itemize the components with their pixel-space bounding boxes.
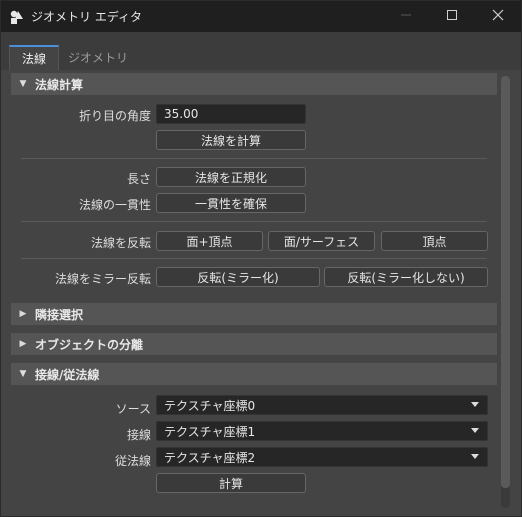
close-icon <box>492 9 504 24</box>
divider <box>21 258 487 259</box>
minimize-button[interactable] <box>383 1 429 32</box>
section-title: 隣接選択 <box>35 307 84 322</box>
tangent-select[interactable]: テクスチャ座標1 <box>156 421 488 441</box>
section-header-adjacency[interactable]: ▶ 隣接選択 <box>11 303 497 325</box>
flip-face-vertex-button[interactable]: 面+頂点 <box>156 231 263 251</box>
section-title: 接線/従法線 <box>35 367 100 382</box>
compute-tangent-button[interactable]: 計算 <box>156 473 306 493</box>
source-select[interactable]: テクスチャ座標0 <box>156 395 488 415</box>
divider <box>21 158 487 159</box>
compute-normals-button[interactable]: 法線を計算 <box>156 130 306 150</box>
tangent-select-value: テクスチャ座標1 <box>164 424 256 439</box>
consistency-label: 法線の一貫性 <box>78 198 151 212</box>
flip-normals-label: 法線を反転 <box>90 236 151 250</box>
flip-vertex-button[interactable]: 頂点 <box>381 231 488 251</box>
close-button[interactable] <box>475 1 521 32</box>
binormal-select-value: テクスチャ座標2 <box>164 450 256 465</box>
section-title: オブジェクトの分離 <box>35 337 144 352</box>
expanded-triangle-icon: ▼ <box>19 79 27 89</box>
section-header-object-split[interactable]: ▶ オブジェクトの分離 <box>11 333 497 355</box>
scrollbar-thumb[interactable] <box>501 76 510 488</box>
binormal-select[interactable]: テクスチャ座標2 <box>156 447 488 467</box>
expanded-triangle-icon: ▼ <box>19 369 27 379</box>
flip-mirror-button[interactable]: 反転(ミラー化) <box>156 267 320 287</box>
ensure-consistency-button[interactable]: 一貫性を確保 <box>156 193 306 213</box>
flip-no-mirror-button[interactable]: 反転(ミラー化しない) <box>324 267 488 287</box>
geometry-editor-window: ジオメトリ エディタ 法線 ジオメトリ ▼ 法線計算 折り目の角度 35.00 … <box>0 0 522 517</box>
maximize-button[interactable] <box>429 1 475 32</box>
section-header-normal-calc[interactable]: ▼ 法線計算 <box>11 73 497 95</box>
normalize-button[interactable]: 法線を正規化 <box>156 167 306 187</box>
tab-normals[interactable]: 法線 <box>9 45 59 70</box>
crease-angle-label: 折り目の角度 <box>78 109 151 123</box>
divider <box>21 221 487 222</box>
dropdown-arrow-icon <box>471 454 479 459</box>
binormal-label: 従法線 <box>114 454 151 468</box>
tab-bar: 法線 ジオメトリ <box>1 32 521 70</box>
dropdown-arrow-icon <box>471 428 479 433</box>
tab-geometry[interactable]: ジオメトリ <box>67 45 129 70</box>
source-select-value: テクスチャ座標0 <box>164 398 256 413</box>
crease-angle-input[interactable]: 35.00 <box>156 104 306 124</box>
minimize-icon <box>400 9 412 24</box>
tangent-label: 接線 <box>126 428 151 442</box>
title-bar[interactable]: ジオメトリ エディタ <box>1 1 521 32</box>
section-header-tangent[interactable]: ▼ 接線/従法線 <box>11 363 497 385</box>
maximize-icon <box>446 9 458 24</box>
source-label: ソース <box>115 402 151 416</box>
collapsed-triangle-icon: ▶ <box>19 339 27 349</box>
window-title: ジオメトリ エディタ <box>31 10 142 24</box>
flip-face-surface-button[interactable]: 面/サーフェス <box>268 231 375 251</box>
length-label: 長さ <box>126 172 151 186</box>
vertical-scrollbar[interactable] <box>501 76 510 508</box>
collapsed-triangle-icon: ▶ <box>19 309 27 319</box>
dropdown-arrow-icon <box>471 402 479 407</box>
geometry-editor-icon <box>9 9 25 25</box>
mirror-flip-label: 法線をミラー反転 <box>54 272 151 286</box>
section-title: 法線計算 <box>35 77 84 92</box>
